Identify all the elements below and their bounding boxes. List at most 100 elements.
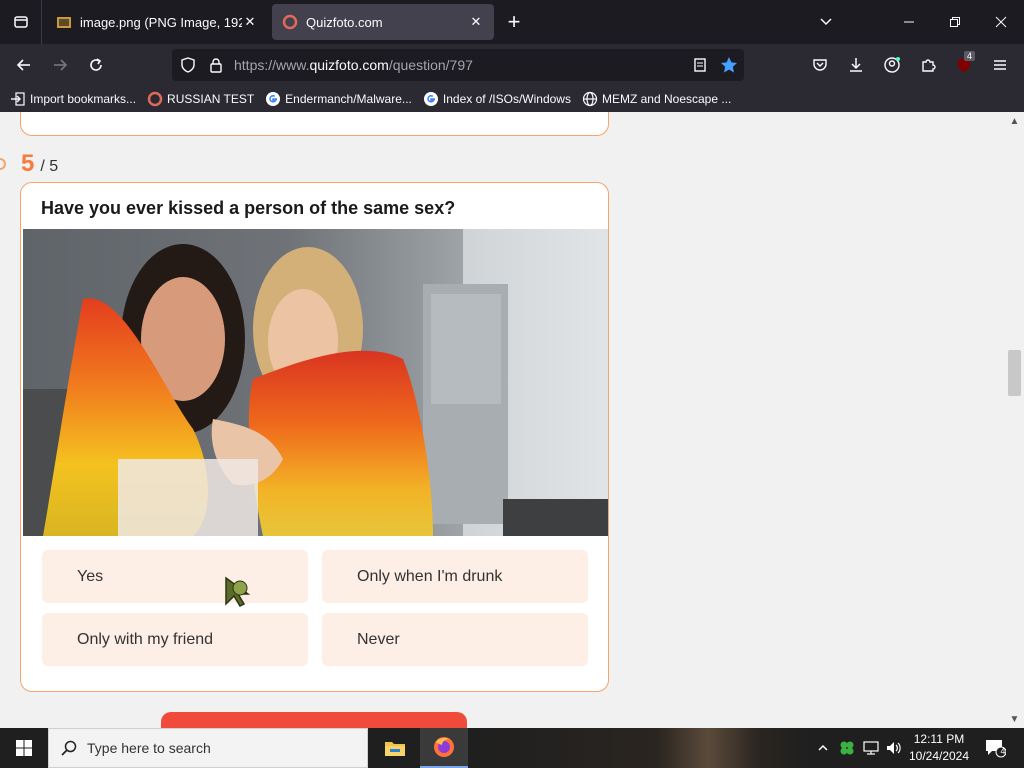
start-button[interactable]: [0, 728, 48, 768]
puzzle-piece-icon: [922, 59, 936, 72]
show-hidden-icons-button[interactable]: [812, 728, 834, 768]
previous-question-card: [20, 112, 609, 136]
url-path: /question/797: [388, 57, 473, 73]
tab-strip: image.png (PNG Image, 1920 × ✕ Quizfoto.…: [0, 0, 1024, 44]
tab-quizfoto[interactable]: Quizfoto.com ✕: [272, 4, 494, 40]
taskbar-clock[interactable]: 12:11 PM 10/24/2024: [906, 731, 972, 765]
url-text[interactable]: https://www.quizfoto.com/question/797: [234, 57, 473, 73]
lock-icon[interactable]: [208, 57, 224, 73]
tray-app-icon[interactable]: [836, 728, 858, 768]
hamburger-menu-icon: [994, 60, 1006, 70]
search-placeholder: Type here to search: [87, 740, 211, 756]
bookmark-label: Import bookmarks...: [30, 92, 137, 106]
bookmark-russian-test[interactable]: RUSSIAN TEST: [147, 91, 254, 107]
reload-icon: [90, 58, 102, 71]
file-explorer-taskbar-button[interactable]: [371, 728, 419, 768]
answer-option-yes[interactable]: Yes: [42, 550, 308, 603]
network-icon: [863, 741, 879, 755]
google-icon: [423, 92, 438, 106]
bookmark-star-icon[interactable]: [720, 56, 738, 74]
bookmark-label: Index of /ISOs/Windows: [442, 92, 571, 106]
tab-list-icon: [13, 16, 28, 28]
total-questions: / 5: [40, 158, 59, 175]
close-window-button[interactable]: [978, 0, 1024, 44]
extension-badge: 4: [964, 51, 976, 61]
tab-title: image.png (PNG Image, 1920 ×: [80, 14, 242, 30]
downloads-button[interactable]: [840, 49, 872, 81]
image-file-icon: [57, 17, 71, 28]
account-button[interactable]: [876, 49, 908, 81]
url-host: quizfoto.com: [309, 57, 389, 73]
firefox-taskbar-button[interactable]: [420, 728, 468, 768]
answer-option-only-when-drunk[interactable]: Only when I'm drunk: [322, 550, 588, 603]
network-button[interactable]: [860, 728, 882, 768]
bookmark-label: Endermanch/Malware...: [285, 92, 412, 106]
scrollbar-thumb[interactable]: [1008, 350, 1021, 396]
bookmark-endermanch-malware[interactable]: Endermanch/Malware...: [265, 91, 412, 107]
question-counter: 5 / 5: [21, 150, 58, 178]
restore-button[interactable]: [932, 0, 978, 44]
app-menu-button[interactable]: [984, 49, 1016, 81]
chevron-down-icon: [820, 18, 832, 26]
notification-count-badge: 4: [1000, 746, 1006, 756]
list-all-tabs-button[interactable]: [0, 0, 42, 44]
restore-icon: [950, 17, 960, 27]
close-tab-icon[interactable]: ✕: [468, 14, 484, 30]
notification-center-button[interactable]: 4: [980, 728, 1010, 768]
new-tab-button[interactable]: +: [500, 8, 528, 36]
navigation-toolbar: https://www.quizfoto.com/question/797 4: [0, 44, 1024, 86]
taskbar-search-box[interactable]: Type here to search: [48, 728, 368, 768]
quizfoto-favicon: [147, 91, 163, 107]
clock-time: 12:11 PM: [913, 732, 965, 746]
arrow-left-icon: [16, 59, 30, 71]
page-scrollbar[interactable]: ▲ ▼: [1005, 112, 1024, 728]
close-icon: [995, 16, 1007, 28]
firefox-icon: [434, 737, 454, 757]
next-button[interactable]: [161, 712, 467, 728]
answer-option-only-with-friend[interactable]: Only with my friend: [42, 613, 308, 666]
close-tab-icon[interactable]: ✕: [242, 14, 258, 30]
url-bar[interactable]: https://www.quizfoto.com/question/797: [172, 49, 744, 81]
chevron-up-icon: [818, 744, 828, 751]
bookmark-memz-noescape[interactable]: MEMZ and Noescape ...: [582, 91, 731, 107]
desktop-wallpaper-peek: [470, 728, 810, 768]
bookmark-isos-windows[interactable]: Index of /ISOs/Windows: [423, 91, 571, 107]
google-icon: [266, 92, 281, 106]
minimize-button[interactable]: [886, 0, 932, 44]
pocket-icon: [813, 59, 827, 71]
progress-dot: [0, 158, 6, 170]
answer-option-never[interactable]: Never: [322, 613, 588, 666]
bookmark-label: RUSSIAN TEST: [167, 92, 255, 106]
bookmark-label: MEMZ and Noescape ...: [601, 92, 732, 106]
speaker-icon: [887, 742, 901, 754]
arrow-right-icon: [54, 59, 68, 71]
question-card: Have you ever kissed a person of the sam…: [20, 182, 609, 692]
reload-button[interactable]: [80, 49, 112, 81]
clover-icon: [840, 741, 854, 755]
volume-button[interactable]: [882, 728, 904, 768]
tab-overflow-button[interactable]: [812, 8, 840, 36]
forward-button[interactable]: [44, 49, 76, 81]
download-icon: [850, 58, 862, 72]
cursor-sticker-icon: [225, 576, 251, 607]
globe-icon: [582, 91, 598, 107]
url-scheme: https://www.: [234, 57, 310, 73]
reader-view-icon[interactable]: [692, 57, 708, 73]
tracking-shield-icon[interactable]: [180, 57, 196, 73]
ublock-origin-button[interactable]: 4: [948, 49, 980, 81]
extensions-button[interactable]: [912, 49, 944, 81]
minimize-icon: [904, 21, 914, 23]
current-question-number: 5: [21, 150, 35, 177]
account-icon: [884, 57, 900, 73]
search-icon: [61, 740, 77, 756]
clock-date: 10/24/2024: [908, 749, 970, 763]
tab-image-png[interactable]: image.png (PNG Image, 1920 × ✕: [46, 4, 268, 40]
scroll-down-icon[interactable]: ▼: [1005, 712, 1024, 726]
folder-icon: [385, 742, 405, 756]
pocket-button[interactable]: [804, 49, 836, 81]
bookmark-import[interactable]: Import bookmarks...: [10, 91, 136, 107]
bookmarks-toolbar: Import bookmarks... RUSSIAN TEST Enderma…: [0, 86, 1024, 112]
scroll-up-icon[interactable]: ▲: [1005, 114, 1024, 128]
back-button[interactable]: [8, 49, 40, 81]
page-content: 5 / 5 Have you ever kissed a person of t…: [0, 112, 1024, 728]
